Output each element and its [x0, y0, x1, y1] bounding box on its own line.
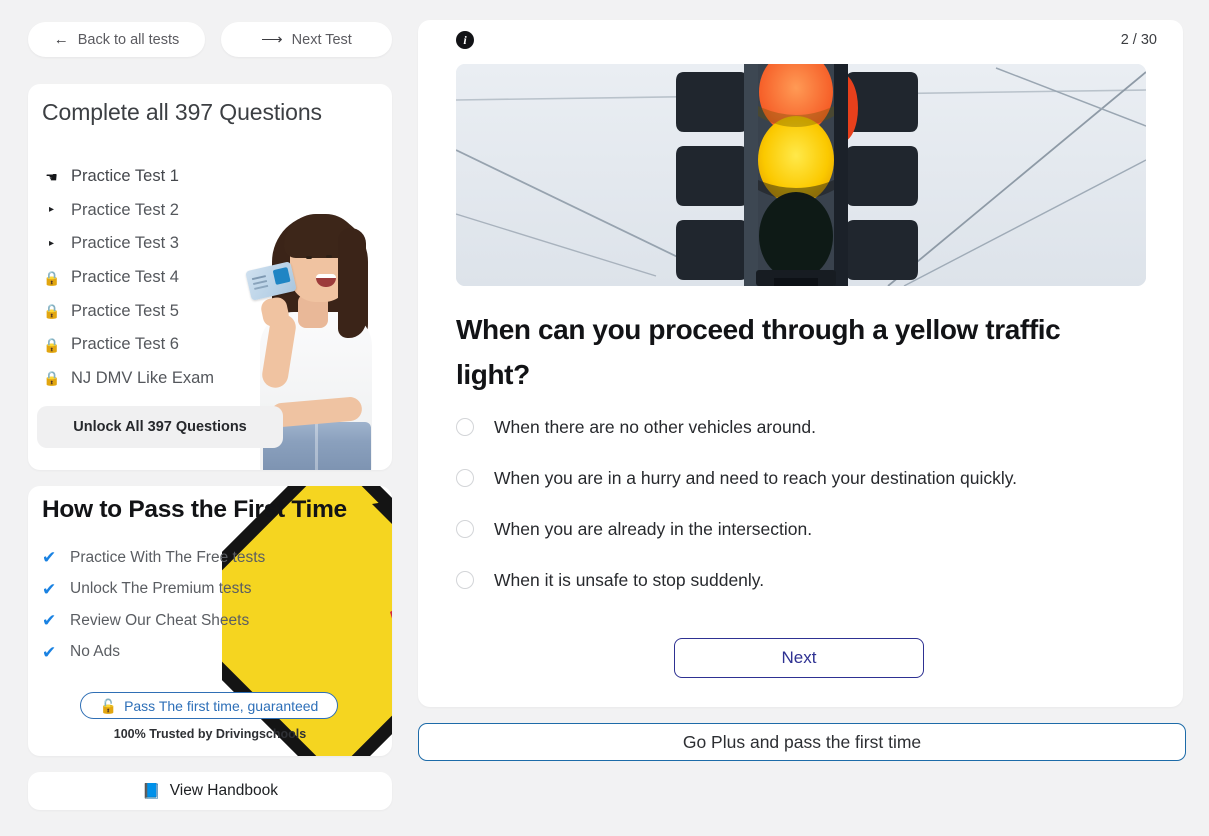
how-to-pass-title: How to Pass the First Time — [42, 496, 347, 523]
tests-card: Complete all 397 Questions ☚ Practice Te… — [28, 84, 392, 470]
question-header: i 2 / 30 — [418, 20, 1183, 60]
triangle-right-icon: ▸ — [48, 204, 55, 216]
sidebar-item-practice-test-6[interactable]: 🔒 Practice Test 6 — [43, 328, 303, 362]
sidebar-item-practice-test-3[interactable]: ▸ Practice Test 3 — [43, 227, 303, 261]
arrow-left-icon: ← — [53, 31, 69, 48]
app-root: ← Back to all tests ⟶ Next Test Complete… — [0, 0, 1209, 836]
check-icon: ✔ — [42, 642, 57, 662]
view-handbook-button[interactable]: 📘 View Handbook — [28, 772, 392, 810]
lock-icon: 🔒 — [43, 303, 61, 320]
guarantee-label: Pass The first time, guaranteed — [124, 697, 319, 714]
test-list: ☚ Practice Test 1 ▸ Practice Test 2 ▸ Pr… — [43, 160, 303, 395]
next-question-button[interactable]: Next — [674, 638, 924, 678]
question-counter: 2 / 30 — [1120, 32, 1157, 48]
answer-option-label: When you are already in the intersection… — [494, 519, 813, 539]
radio-button[interactable] — [456, 418, 474, 436]
trusted-note: 100% Trusted by Drivingschools — [113, 727, 307, 741]
go-plus-button[interactable]: Go Plus and pass the first time — [418, 723, 1186, 761]
photo-eye-left — [306, 256, 312, 259]
info-circle-icon[interactable]: i — [456, 31, 474, 49]
sidebar-item-label: Practice Test 1 — [71, 167, 179, 186]
pointing-hand-icon: ☚ — [45, 168, 58, 185]
view-handbook-label: View Handbook — [169, 782, 278, 799]
check-icon: ✔ — [42, 579, 57, 599]
answer-option-label: When it is unsafe to stop suddenly. — [494, 570, 765, 590]
lock-icon: 🔒 — [43, 269, 61, 286]
benefit-item: ✔ No Ads — [42, 637, 265, 669]
radio-button[interactable] — [456, 520, 474, 538]
benefit-label: Practice With The Free tests — [70, 548, 266, 566]
sidebar-item-practice-test-1[interactable]: ☚ Practice Test 1 — [43, 160, 303, 194]
answer-option-3[interactable]: When you are already in the intersection… — [456, 514, 1146, 565]
benefit-item: ✔ Practice With The Free tests — [42, 542, 265, 574]
sidebar-item-practice-test-4[interactable]: 🔒 Practice Test 4 — [43, 261, 303, 295]
sidebar: Complete all 397 Questions ☚ Practice Te… — [28, 84, 392, 810]
answer-option-1[interactable]: When there are no other vehicles around. — [456, 412, 1146, 463]
tests-card-title: Complete all 397 Questions — [42, 99, 322, 125]
benefit-label: Review Our Cheat Sheets — [70, 611, 250, 629]
photo-eye-right — [326, 255, 332, 258]
main-content: i 2 / 30 When can you proceed through a … — [418, 20, 1186, 761]
sidebar-item-practice-test-5[interactable]: 🔒 Practice Test 5 — [43, 294, 303, 328]
triangle-right-icon: ▸ — [48, 237, 55, 249]
benefit-label: Unlock The Premium tests — [70, 580, 252, 598]
arrow-right-icon: ⟶ — [261, 31, 283, 48]
unlock-all-questions-button[interactable]: Unlock All 397 Questions — [37, 406, 283, 448]
next-test-button[interactable]: ⟶ Next Test — [221, 22, 392, 57]
sidebar-item-label: Practice Test 2 — [71, 200, 179, 219]
answer-options: When there are no other vehicles around.… — [456, 412, 1146, 616]
sidebar-item-nj-dmv-like-exam[interactable]: 🔒 NJ DMV Like Exam — [43, 362, 303, 396]
how-to-pass-card: How to Pass the First Time ✔ Practice Wi… — [28, 486, 392, 756]
sidebar-item-practice-test-2[interactable]: ▸ Practice Test 2 — [43, 194, 303, 228]
answer-option-2[interactable]: When you are in a hurry and need to reac… — [456, 463, 1146, 514]
benefit-label: No Ads — [70, 643, 120, 661]
sidebar-item-label: Practice Test 5 — [71, 301, 179, 320]
sidebar-item-label: Practice Test 3 — [71, 234, 179, 253]
sidebar-item-label: NJ DMV Like Exam — [71, 368, 215, 387]
benefit-item: ✔ Review Our Cheat Sheets — [42, 605, 265, 637]
lock-icon: 🔒 — [43, 370, 61, 387]
book-icon: 📘 — [142, 782, 161, 800]
question-card: i 2 / 30 When can you proceed through a … — [418, 20, 1183, 707]
sidebar-item-label: Practice Test 6 — [71, 335, 179, 354]
info-glyph: i — [463, 32, 467, 47]
lock-icon: 🔒 — [43, 336, 61, 353]
sidebar-item-label: Practice Test 4 — [71, 268, 179, 287]
question-image — [456, 64, 1146, 286]
question-text: When can you proceed through a yellow tr… — [456, 314, 1061, 390]
guarantee-button[interactable]: 🔓 Pass The first time, guaranteed — [80, 692, 338, 719]
next-test-label: Next Test — [291, 31, 352, 48]
answer-option-label: When there are no other vehicles around. — [494, 417, 816, 437]
check-icon: ✔ — [42, 611, 57, 631]
unlock-padlock-icon: 🔓 — [99, 697, 118, 714]
benefits-list: ✔ Practice With The Free tests ✔ Unlock … — [42, 542, 265, 668]
back-to-all-tests-label: Back to all tests — [77, 31, 180, 48]
answer-option-label: When you are in a hurry and need to reac… — [494, 468, 1018, 488]
answer-option-4[interactable]: When it is unsafe to stop suddenly. — [456, 565, 1146, 616]
traffic-light-icon — [456, 64, 1146, 286]
photo-hair-side — [338, 228, 366, 338]
top-navigation-bar: ← Back to all tests ⟶ Next Test — [28, 22, 392, 57]
radio-button[interactable] — [456, 571, 474, 589]
back-to-all-tests-button[interactable]: ← Back to all tests — [28, 22, 205, 57]
benefit-item: ✔ Unlock The Premium tests — [42, 574, 265, 606]
check-icon: ✔ — [42, 548, 57, 568]
radio-button[interactable] — [456, 469, 474, 487]
